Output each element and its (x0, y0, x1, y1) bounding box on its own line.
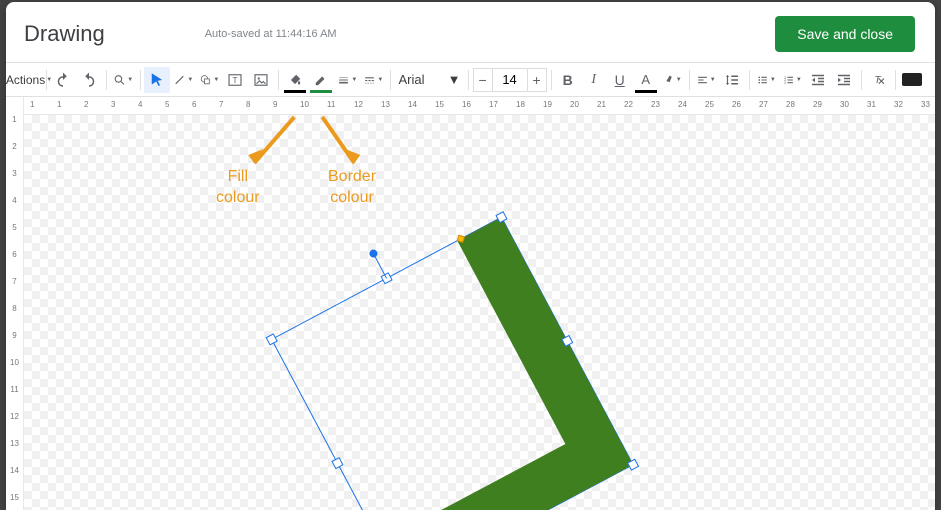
l-shape[interactable] (272, 217, 633, 510)
font-family-select[interactable]: Arial▼ (394, 72, 464, 87)
image-tool[interactable] (248, 67, 274, 93)
font-size-value[interactable]: 14 (493, 68, 527, 92)
text-color-swatch (635, 90, 657, 93)
undo-button[interactable] (50, 67, 76, 93)
actions-menu[interactable]: Actions▼ (16, 67, 42, 93)
zoom-button[interactable]: ▼ (110, 67, 136, 93)
svg-text:T: T (233, 76, 238, 85)
line-tool[interactable]: ▼ (170, 67, 196, 93)
line-spacing-button[interactable] (719, 67, 745, 93)
annotation-arrows (248, 117, 360, 163)
font-size-stepper: − 14 + (473, 68, 547, 92)
border-color-button[interactable] (308, 67, 334, 93)
toolbar: Actions▼ ▼ ▼ ▼ T ▼ ▼ Arial▼ − 14 + (6, 63, 935, 97)
more-icon (902, 73, 922, 86)
more-button[interactable] (899, 67, 925, 93)
autosave-status: Auto-saved at 11:44:16 AM (205, 28, 337, 40)
drawing-dialog: Drawing Auto-saved at 11:44:16 AM Save a… (6, 2, 935, 510)
rotation-stem (375, 256, 387, 278)
fill-color-swatch (284, 90, 306, 93)
annotation-fill-label: Fillcolour (216, 167, 260, 209)
svg-text:T: T (874, 74, 882, 86)
annotation-border-label: Bordercolour (328, 167, 376, 209)
align-button[interactable]: ▼ (693, 67, 719, 93)
bold-button[interactable]: B (555, 67, 581, 93)
canvas-container: 1123456789101112131415161718192021222324… (6, 97, 935, 510)
redo-button[interactable] (76, 67, 102, 93)
increase-indent-button[interactable] (831, 67, 857, 93)
border-weight-button[interactable]: ▼ (334, 67, 360, 93)
bulleted-list-button[interactable]: ▼ (753, 67, 779, 93)
font-family-label: Arial (398, 72, 424, 87)
text-color-button[interactable]: A (633, 67, 659, 93)
clear-formatting-button[interactable]: T (865, 67, 891, 93)
ruler-horizontal: 1123456789101112131415161718192021222324… (24, 97, 935, 115)
ruler-vertical: 123456789101112131415 (6, 97, 24, 510)
font-size-increase[interactable]: + (527, 68, 547, 92)
fill-color-button[interactable] (282, 67, 308, 93)
select-tool[interactable] (144, 67, 170, 93)
numbered-list-button[interactable]: 123▼ (779, 67, 805, 93)
drawing-surface[interactable] (24, 115, 935, 510)
save-and-close-button[interactable]: Save and close (775, 16, 915, 52)
canvas[interactable]: Fillcolour Bordercolour (24, 115, 935, 510)
actions-label: Actions (6, 73, 45, 87)
highlight-color-button[interactable]: ▼ (659, 67, 685, 93)
dialog-header: Drawing Auto-saved at 11:44:16 AM Save a… (6, 2, 935, 63)
decrease-indent-button[interactable] (805, 67, 831, 93)
border-dash-button[interactable]: ▼ (360, 67, 386, 93)
shape-tool[interactable]: ▼ (196, 67, 222, 93)
italic-button[interactable]: I (581, 67, 607, 93)
dialog-title: Drawing (24, 21, 105, 47)
textbox-tool[interactable]: T (222, 67, 248, 93)
border-color-swatch (310, 90, 332, 93)
rotation-handle[interactable] (368, 248, 379, 259)
font-size-decrease[interactable]: − (473, 68, 493, 92)
underline-button[interactable]: U (607, 67, 633, 93)
svg-text:3: 3 (784, 80, 786, 84)
